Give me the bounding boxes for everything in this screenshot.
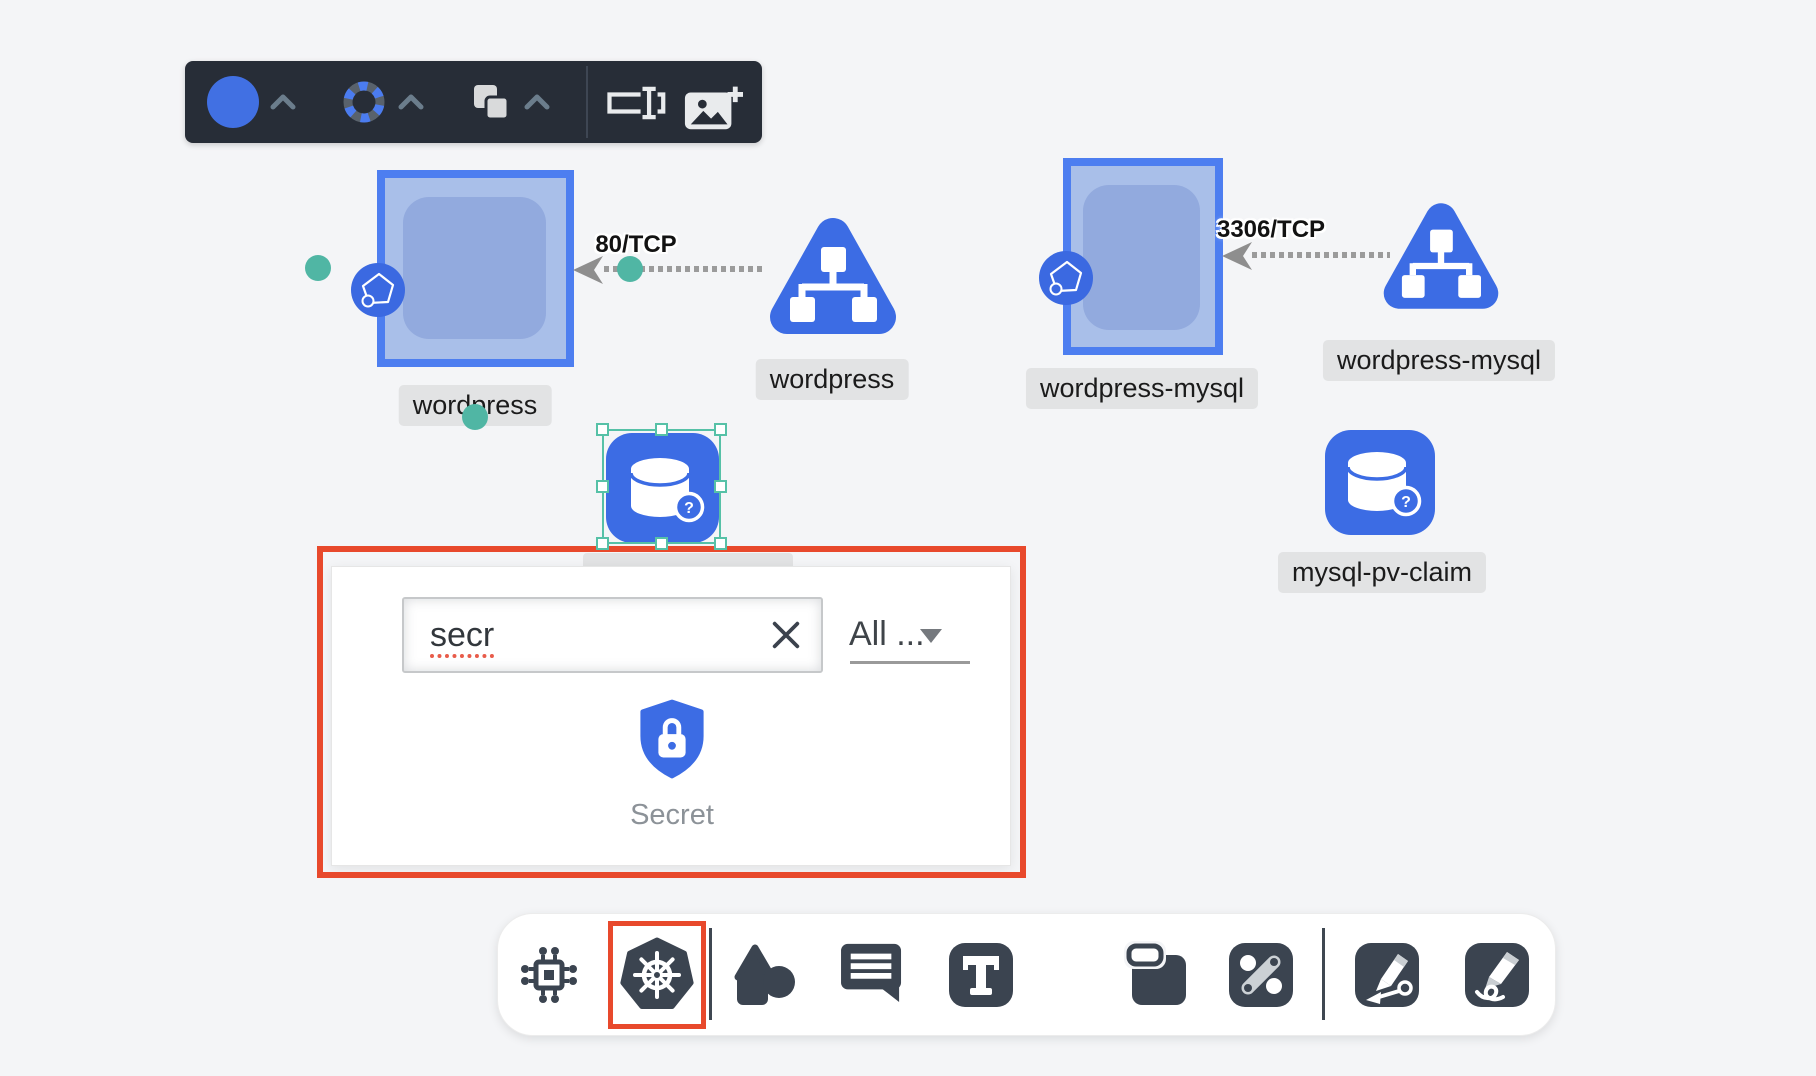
fill-color-chevron[interactable] (270, 94, 296, 115)
frame-tool-icon[interactable] (1124, 941, 1192, 1014)
insert-image-tool-icon[interactable] (683, 84, 743, 135)
stroke-style-ring-icon[interactable] (341, 79, 387, 130)
copy-style-chevron[interactable] (524, 94, 550, 115)
pen-tool-icon[interactable] (1353, 941, 1421, 1014)
svg-text:?: ? (1401, 494, 1411, 511)
connector-tool-icon[interactable] (1227, 941, 1295, 1014)
pod-badge-icon[interactable] (1039, 251, 1093, 305)
toolbar-divider (586, 66, 588, 138)
comment-tool-icon[interactable] (839, 942, 905, 1007)
deployment-wordpress-mysql-pod[interactable] (1083, 185, 1200, 330)
copy-style-squares-icon[interactable] (471, 82, 511, 127)
edge-80-tcp-label[interactable]: 80/TCP (595, 231, 676, 259)
canvas[interactable]: wordpress 80/TCP wordpress wordpress-mys… (0, 0, 1816, 1076)
clear-search-icon[interactable] (769, 618, 803, 657)
dropdown-underline (850, 661, 970, 664)
edge-arrowhead-icon (1222, 242, 1252, 275)
secret-result-icon[interactable] (637, 698, 707, 785)
service-wordpress-label[interactable]: wordpress (756, 359, 909, 400)
category-filter-dropdown[interactable]: All ... (849, 615, 925, 654)
dropdown-caret-icon[interactable] (920, 629, 942, 643)
resize-handle-n[interactable] (655, 423, 668, 436)
fill-color-circle-icon[interactable] (207, 76, 259, 128)
dock-divider (1322, 928, 1325, 1020)
stroke-style-chevron[interactable] (398, 94, 424, 115)
pvc-mysql-label[interactable]: mysql-pv-claim (1278, 552, 1486, 593)
connection-handle[interactable] (305, 255, 331, 281)
resize-handle-w[interactable] (596, 480, 609, 493)
service-wordpress-icon[interactable] (767, 211, 899, 346)
dock-divider (709, 928, 712, 1020)
edge-3306-tcp[interactable] (1252, 252, 1390, 258)
search-query-text: secr (430, 616, 494, 655)
partially-hidden-label (583, 553, 793, 566)
pod-badge-icon[interactable] (351, 263, 405, 317)
kubernetes-tool-icon[interactable] (619, 937, 695, 1018)
deployment-wordpress-mysql-label[interactable]: wordpress-mysql (1026, 368, 1258, 409)
selection-frame[interactable] (602, 429, 721, 544)
resize-handle-ne[interactable] (714, 423, 727, 436)
service-wordpress-mysql-label[interactable]: wordpress-mysql (1323, 340, 1555, 381)
highlighter-tool-icon[interactable] (1463, 941, 1531, 1014)
deployment-wordpress-pod[interactable] (403, 197, 546, 339)
text-tool-icon[interactable] (947, 941, 1015, 1014)
resize-handle-s[interactable] (655, 537, 668, 550)
edge-arrowhead-icon (573, 256, 603, 289)
resize-handle-sw[interactable] (596, 537, 609, 550)
service-wordpress-mysql-icon[interactable] (1381, 191, 1501, 326)
shape-search-input[interactable]: secr (402, 597, 823, 673)
secret-result-label[interactable]: Secret (630, 799, 714, 832)
edge-midpoint-handle[interactable] (617, 256, 643, 282)
infrastructure-tool-icon[interactable] (517, 943, 581, 1012)
connection-handle[interactable] (462, 404, 488, 430)
resize-handle-se[interactable] (714, 537, 727, 550)
shapes-tool-icon[interactable] (730, 941, 798, 1014)
resize-handle-e[interactable] (714, 480, 727, 493)
pvc-mysql-icon[interactable]: ? (1325, 430, 1435, 535)
text-field-tool-icon[interactable] (601, 85, 667, 126)
resize-handle-nw[interactable] (596, 423, 609, 436)
edge-3306-tcp-label[interactable]: 3306/TCP (1217, 216, 1325, 244)
